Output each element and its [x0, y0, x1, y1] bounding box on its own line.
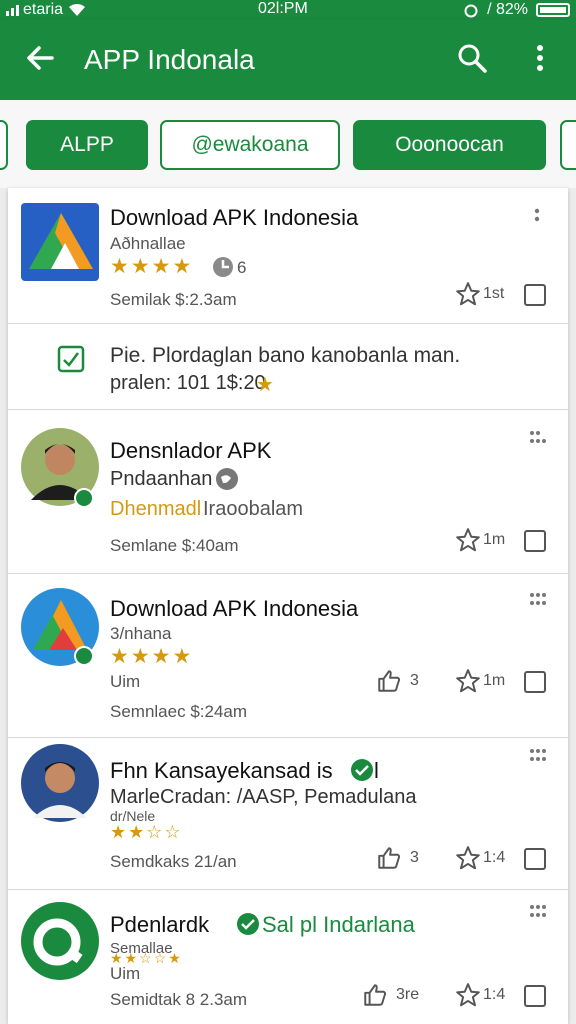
star-button[interactable]: 1m	[455, 527, 505, 553]
item-time: Semilak $:2.3am	[110, 290, 237, 309]
item-title: Download APK Indonesia	[110, 596, 359, 621]
list-item-notice[interactable]: Pie. Plordaglan bano kanobanla man. pral…	[8, 324, 568, 410]
item-subtitle: MarleCradan: /AASP, Pemadulana	[110, 786, 417, 808]
rating-stars: ★★★★	[110, 255, 194, 278]
select-checkbox[interactable]	[524, 530, 546, 552]
list-item[interactable]: Fhn Kansayekansad is l MarleCradan: /AAS…	[8, 738, 568, 890]
like-count: 3	[410, 849, 419, 866]
item-line3: Uim	[110, 964, 141, 983]
more-dots-icon[interactable]	[528, 748, 548, 762]
like-count: 3re	[396, 986, 420, 1003]
verified-check-icon	[237, 913, 259, 935]
item-title: Densnlador APK	[110, 438, 272, 463]
item-title: Download APK Indonesia	[110, 205, 359, 230]
app-logo-icon	[21, 902, 99, 980]
verified-check-icon	[351, 759, 373, 781]
star-button[interactable]: 1:4	[455, 982, 505, 1008]
avatar	[21, 744, 99, 822]
notice-star-icon: ★	[256, 374, 274, 396]
list-item[interactable]: Download APK Indonesia 3/nhana ★★★★ Uim …	[8, 574, 568, 738]
wifi-icon	[69, 3, 86, 16]
more-dots-icon[interactable]	[528, 430, 548, 444]
star-outline-icon	[456, 669, 480, 693]
select-checkbox[interactable]	[524, 848, 546, 870]
check-box-icon	[57, 345, 85, 373]
battery-icon	[536, 3, 570, 17]
status-bar: etaria 02l:PM / 82%	[0, 0, 576, 20]
select-checkbox[interactable]	[524, 284, 546, 306]
chip-partial-left[interactable]	[0, 120, 8, 170]
verified-badge	[74, 646, 94, 666]
item-highlight-rest: Iraoobalam	[203, 498, 304, 520]
item-subtitle: Aðhnallae	[110, 234, 186, 253]
thumb-up-icon	[364, 984, 387, 1006]
app-list: Download APK Indonesia Aðhnallae ★★★★ 6 …	[8, 188, 568, 1024]
like-button[interactable]: 3	[376, 845, 419, 871]
star-count: 1:4	[483, 849, 506, 866]
list-item[interactable]: Densnlador APK Pndaanhan Dhenmadl Iraoob…	[8, 410, 568, 574]
star-count: 1m	[483, 672, 506, 689]
select-checkbox[interactable]	[524, 985, 546, 1007]
star-outline-icon	[456, 528, 480, 552]
app-logo-icon	[21, 203, 99, 281]
more-vert-icon[interactable]	[524, 42, 556, 74]
item-title-suffix: l	[374, 758, 379, 783]
carrier-name: etaria	[23, 1, 64, 18]
item-subtitle: 3/nhana	[110, 624, 172, 643]
like-count: 3	[410, 672, 419, 689]
rating-stars: ★★★★	[110, 645, 194, 668]
star-button[interactable]: 1m	[455, 668, 505, 694]
chip-ooonoocan[interactable]: Ooonoocan	[353, 120, 546, 170]
more-dots-icon[interactable]	[528, 592, 548, 606]
list-item[interactable]: Pdenlardk Sal pl Indarlana Semallae ★★☆☆…	[8, 890, 568, 1024]
item-time: Semnlaec $:24am	[110, 702, 248, 721]
item-title: Pdenlardk	[110, 912, 210, 937]
more-vert-icon[interactable]	[532, 208, 542, 230]
notice-text: Pie. Plordaglan bano kanobanla man.	[110, 344, 461, 367]
rating-count-icon	[213, 257, 233, 277]
thumb-up-icon	[378, 847, 401, 869]
item-time: Semlane $:40am	[110, 536, 239, 555]
notice-meta: pralen: 101 1$:20	[110, 372, 266, 394]
alarm-icon	[464, 4, 478, 18]
star-count: 1:4	[483, 986, 506, 1003]
chip-partial-right[interactable]	[560, 120, 576, 170]
rating-stars: ★★☆☆	[110, 822, 183, 842]
list-item[interactable]: Download APK Indonesia Aðhnallae ★★★★ 6 …	[8, 188, 568, 324]
signal-icon	[6, 4, 19, 16]
item-subtitle: Pndaanhan	[110, 468, 213, 490]
chip-alpp[interactable]: ALPP	[26, 120, 148, 170]
select-checkbox[interactable]	[524, 671, 546, 693]
item-time: Semidtak 8 2.3am	[110, 990, 248, 1009]
page-title: APP Indonala	[84, 44, 255, 75]
search-icon[interactable]	[456, 42, 488, 74]
star-button[interactable]: 1:4	[455, 845, 505, 871]
item-title: Fhn Kansayekansad is	[110, 758, 333, 783]
star-count: 1st	[483, 285, 505, 302]
item-title-green: Sal pl Indarlana	[262, 912, 415, 937]
like-button[interactable]: 3re	[362, 982, 419, 1008]
clock: 02l:PM	[258, 0, 308, 17]
globe-icon	[216, 468, 238, 490]
like-button[interactable]: 3	[376, 668, 419, 694]
item-time: Semdkaks 21/an	[110, 852, 237, 871]
battery-percent: / 82%	[487, 1, 528, 18]
back-arrow-icon[interactable]	[22, 40, 58, 76]
item-line3: Uim	[110, 672, 141, 691]
app-bar: APP Indonala	[0, 20, 576, 100]
chip-ewakoana[interactable]: @ewakoana	[160, 120, 340, 170]
more-dots-icon[interactable]	[528, 904, 548, 918]
star-outline-icon	[456, 282, 480, 306]
star-outline-icon	[456, 983, 480, 1007]
verified-badge	[74, 488, 94, 508]
star-button[interactable]: 1st	[455, 281, 504, 307]
thumb-up-icon	[378, 670, 401, 692]
filter-chips: ALPP @ewakoana Ooonoocan	[0, 100, 576, 188]
rating-count: 6	[237, 258, 247, 277]
item-highlight: Dhenmadl	[110, 498, 202, 520]
star-outline-icon	[456, 846, 480, 870]
star-count: 1m	[483, 531, 506, 548]
